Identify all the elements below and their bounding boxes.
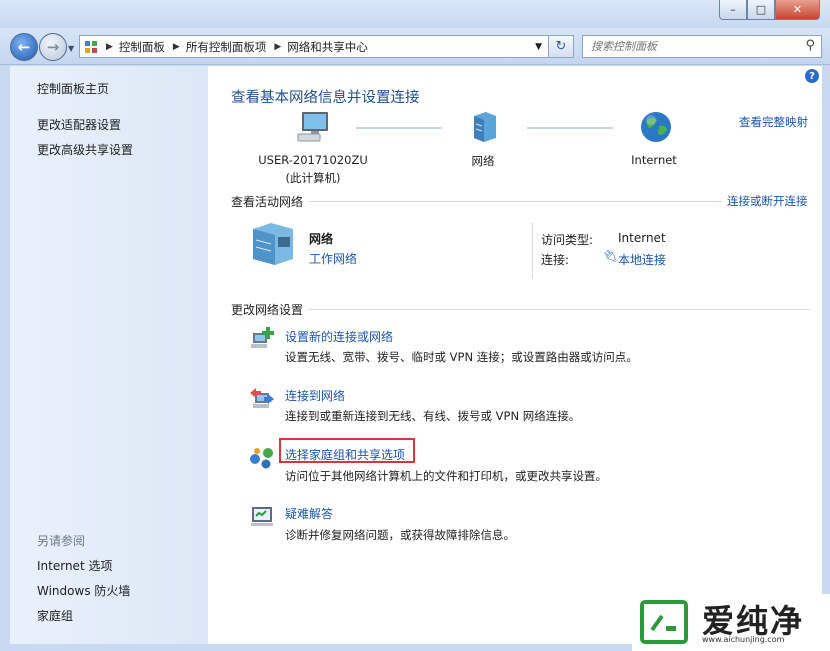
control-panel-icon [84, 40, 98, 54]
minimize-icon[interactable]: – [719, 0, 747, 20]
active-networks-heading: 查看活动网络 [231, 195, 304, 209]
task-troubleshoot-link[interactable]: 疑难解答 [285, 505, 333, 522]
connection-label: 连接: [541, 253, 570, 267]
address-dropdown-icon[interactable]: ▼ [535, 42, 542, 52]
internet-globe-icon [639, 110, 673, 144]
computer-subtitle: (此计算机) [285, 171, 341, 185]
sidebar-item-homegroup[interactable]: 家庭组 [37, 607, 73, 624]
breadcrumb-control-panel[interactable]: 控制面板 [119, 39, 165, 55]
back-button[interactable]: ← [10, 33, 38, 61]
watermark: 爱纯净 www.aichunjing.com [632, 594, 830, 651]
map-connector-line [356, 127, 442, 129]
close-icon[interactable]: ✕ [775, 0, 820, 20]
sidebar-item-internet-options[interactable]: Internet 选项 [37, 557, 112, 574]
page-title: 查看基本网络信息并设置连接 [231, 90, 420, 106]
vertical-divider [532, 223, 533, 279]
highlight-box [279, 438, 415, 463]
network-type-link[interactable]: 工作网络 [309, 250, 357, 267]
title-bar [0, 0, 830, 28]
breadcrumb-separator: ▶ [106, 41, 113, 52]
search-icon[interactable]: ⚲ [805, 38, 815, 53]
search-box[interactable]: ⚲ [582, 35, 822, 58]
computer-name: USER-20171020ZU [258, 153, 368, 167]
change-settings-heading: 更改网络设置 [231, 303, 304, 317]
breadcrumb-network-center[interactable]: 网络和共享中心 [287, 39, 368, 55]
map-network-label: 网络 [471, 154, 495, 168]
active-network-name: 网络 [309, 232, 334, 246]
search-input[interactable] [589, 39, 793, 54]
forward-button[interactable]: → [39, 33, 67, 61]
access-type-label: 访问类型: [541, 233, 594, 247]
connect-disconnect-link[interactable]: 连接或断开连接 [727, 193, 808, 209]
refresh-icon: ↻ [555, 39, 567, 54]
breadcrumb-separator: ▶ [274, 41, 282, 52]
network-icon [466, 110, 500, 144]
ethernet-icon: 🔌︎ [603, 249, 619, 263]
task-homegroup-desc: 访问位于其他网络计算机上的文件和打印机，或更改共享设置。 [285, 469, 607, 483]
address-bar[interactable]: ▶ 控制面板 ▶ 所有控制面板项 ▶ 网络和共享中心 ▼ [79, 35, 549, 58]
map-internet-label: Internet [631, 153, 677, 167]
local-connection-link[interactable]: 本地连接 [618, 251, 666, 268]
computer-icon [296, 110, 332, 144]
map-connector-line [527, 127, 613, 129]
connect-to-network-icon [249, 385, 275, 411]
task-connect-network-link[interactable]: 连接到网络 [285, 387, 345, 404]
maximize-icon[interactable]: □ [747, 0, 775, 20]
divider [308, 201, 722, 202]
watermark-logo-icon [640, 600, 688, 644]
see-also-heading: 另请参阅 [37, 534, 86, 548]
breadcrumb-all-items[interactable]: 所有控制面板项 [186, 39, 267, 55]
full-map-link[interactable]: 查看完整映射 [739, 114, 808, 130]
access-type-value: Internet [618, 231, 666, 245]
breadcrumb-separator: ▶ [172, 41, 180, 52]
task-connect-network-desc: 连接到或重新连接到无线、有线、拨号或 VPN 网络连接。 [285, 409, 581, 423]
window-controls: – □ ✕ [719, 0, 820, 20]
sidebar-item-advanced-sharing[interactable]: 更改高级共享设置 [37, 141, 133, 158]
task-troubleshoot-desc: 诊断并修复网络问题，或获得故障排除信息。 [285, 528, 515, 542]
divider [308, 309, 810, 310]
task-setup-connection-link[interactable]: 设置新的连接或网络 [285, 328, 393, 345]
sidebar: 控制面板主页 更改适配器设置 更改高级共享设置 另请参阅 Internet 选项… [10, 66, 208, 644]
refresh-button[interactable]: ↻ [548, 35, 574, 58]
work-network-icon [249, 223, 297, 265]
help-icon[interactable]: ? [805, 69, 819, 83]
task-setup-connection-desc: 设置无线、宽带、拨号、临时或 VPN 连接；或设置路由器或访问点。 [285, 350, 638, 364]
homegroup-sharing-icon [249, 444, 275, 470]
new-connection-icon [249, 325, 275, 351]
sidebar-item-home[interactable]: 控制面板主页 [37, 80, 109, 97]
sidebar-item-adapter-settings[interactable]: 更改适配器设置 [37, 116, 121, 133]
recent-pages-dropdown-icon[interactable]: ▼ [68, 44, 74, 53]
watermark-url: www.aichunjing.com [702, 635, 785, 644]
sidebar-item-firewall[interactable]: Windows 防火墙 [37, 582, 130, 599]
troubleshoot-icon [249, 503, 275, 529]
